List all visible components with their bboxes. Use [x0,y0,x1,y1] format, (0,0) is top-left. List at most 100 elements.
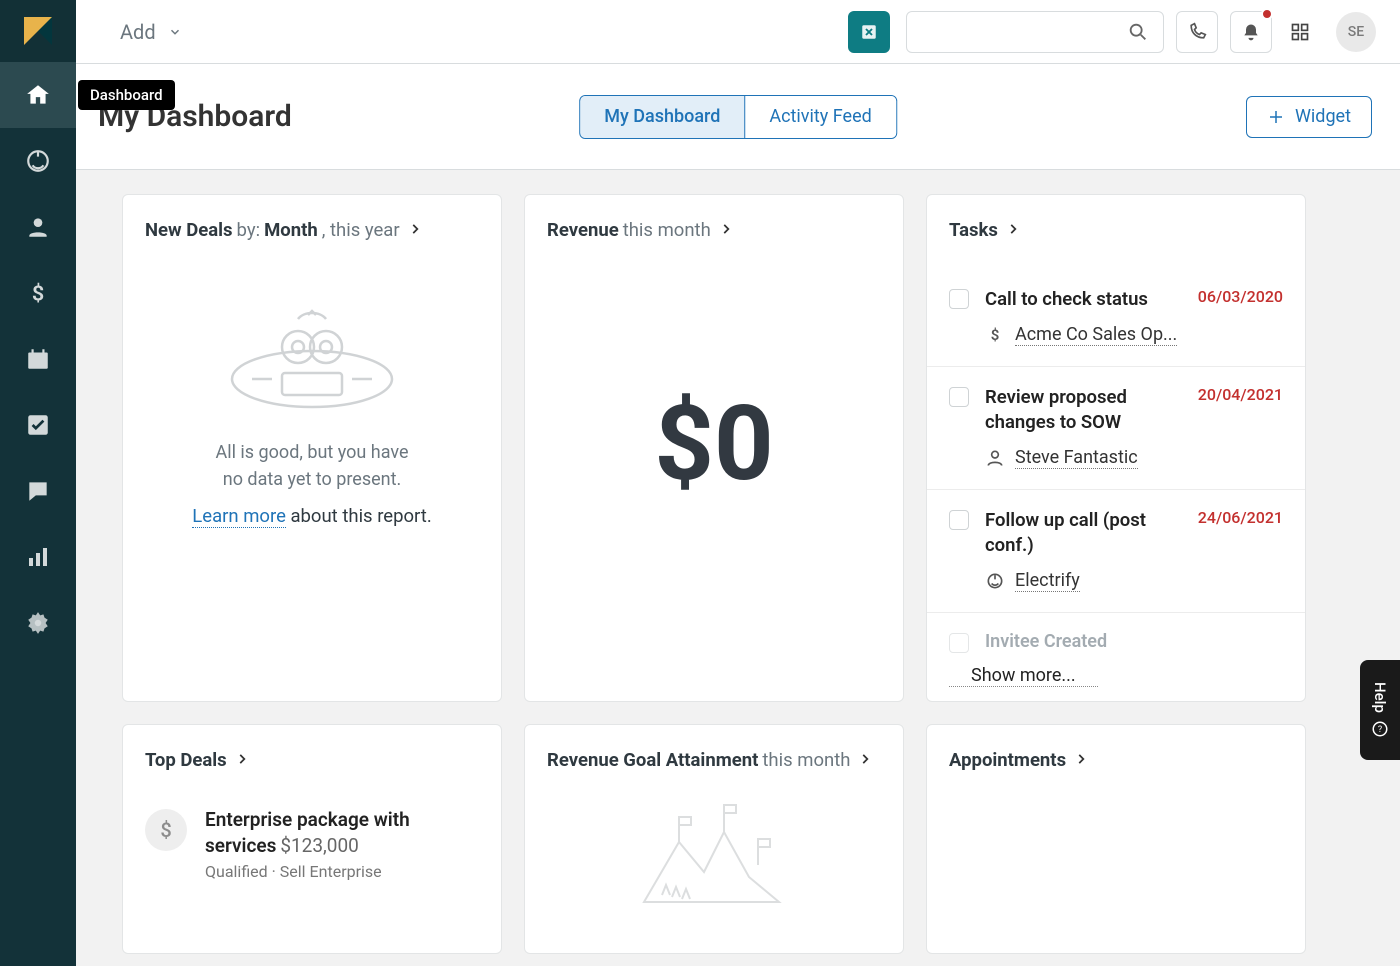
task-title: Follow up call (post conf.) [985,508,1186,558]
task-date: 24/06/2021 [1198,508,1283,527]
chevron-right-icon [1074,752,1090,768]
page-header: My Dashboard My Dashboard Activity Feed … [76,64,1400,170]
target-icon [25,148,51,174]
task-row[interactable]: Review proposed changes to SOW 20/04/202… [927,367,1305,490]
card-appointments: Appointments [926,724,1306,954]
task-row[interactable]: Invitee Created [927,613,1305,655]
dialer-button[interactable] [848,11,890,53]
add-button[interactable]: Add [120,20,182,44]
notifications-button[interactable] [1230,11,1272,53]
nav-tooltip: Dashboard [78,80,175,110]
task-checkbox[interactable] [949,387,969,407]
person-icon [25,214,51,240]
dashboard-tabs: My Dashboard Activity Feed [579,95,897,139]
task-row[interactable]: Call to check status 06/03/2020 $ Acme C… [927,265,1305,367]
svg-text:$: $ [991,326,1000,344]
task-checkbox[interactable] [949,633,969,653]
check-icon [25,412,51,438]
help-icon: ? [1371,720,1389,738]
nav-dashboard[interactable]: Dashboard [0,62,76,128]
nav-reports[interactable] [0,524,76,590]
deal-row[interactable]: $ Enterprise package with services $123,… [145,807,479,881]
close-dial-icon [860,23,878,41]
nav-comms[interactable] [0,458,76,524]
deal-sub: Qualified · Sell Enterprise [205,862,479,881]
chevron-right-icon [235,752,251,768]
nav-calendar[interactable] [0,326,76,392]
empty-text: All is good, but you have no data yet to… [145,439,479,493]
apps-icon [1290,22,1310,42]
add-widget-button[interactable]: Widget [1246,96,1372,138]
card-goal: Revenue Goal Attainment this month [524,724,904,954]
nav-deals[interactable]: $ [0,260,76,326]
card-goal-title[interactable]: Revenue Goal Attainment this month [547,749,881,771]
task-date: 06/03/2020 [1198,287,1283,306]
nav-contacts[interactable] [0,194,76,260]
task-link[interactable]: Acme Co Sales Op... [1015,324,1177,346]
chevron-down-icon [168,25,182,39]
bar-chart-icon [26,545,50,569]
dollar-icon: $ [25,280,51,306]
person-icon [985,448,1005,468]
show-more-link[interactable]: Show more... [949,655,1098,687]
empty-illustration [212,301,412,421]
svg-text:$: $ [32,282,44,306]
add-widget-label: Widget [1295,106,1351,127]
task-date: 20/04/2021 [1198,385,1283,404]
deal-amount: $123,000 [280,834,359,857]
plus-icon [1267,108,1285,126]
card-revenue: Revenue this month $0 [524,194,904,702]
task-link[interactable]: Electrify [1015,570,1080,592]
dollar-icon: $ [985,325,1005,345]
calendar-icon [25,346,51,372]
task-row[interactable]: Follow up call (post conf.) 24/06/2021 E… [927,490,1305,613]
phone-icon [1187,22,1207,42]
chevron-right-icon [858,752,874,768]
task-title: Invitee Created [985,631,1283,652]
card-tasks: Tasks Call to check status 06/03/2020 $ … [926,194,1306,702]
search-input[interactable] [906,11,1164,53]
task-list: Call to check status 06/03/2020 $ Acme C… [927,265,1305,655]
chevron-right-icon [719,222,735,238]
notification-badge [1261,8,1273,20]
card-top-deals-title[interactable]: Top Deals [145,749,479,771]
task-title: Call to check status [985,287,1186,312]
search-icon [1127,21,1149,43]
svg-text:?: ? [1378,725,1382,735]
add-button-label: Add [120,20,156,44]
learn-more-line: Learn more about this report. [145,505,479,527]
chat-icon [25,478,51,504]
task-checkbox[interactable] [949,510,969,530]
tab-my-dashboard[interactable]: My Dashboard [580,96,744,138]
brand-logo [0,0,76,62]
revenue-value: $0 [547,241,881,677]
bell-icon [1241,22,1261,42]
tab-activity-feed[interactable]: Activity Feed [744,96,895,138]
chevron-right-icon [408,222,424,238]
card-new-deals-title[interactable]: New Deals by: Month , this year [145,219,479,241]
task-link[interactable]: Steve Fantastic [1015,447,1138,469]
chevron-right-icon [1006,222,1022,238]
learn-more-link[interactable]: Learn more [192,505,286,528]
goal-illustration [624,797,804,911]
apps-button[interactable] [1284,11,1316,53]
gear-icon [25,610,51,636]
topbar: Add SE [76,0,1400,64]
nav-settings[interactable] [0,590,76,656]
card-top-deals: Top Deals $ Enterprise package with serv… [122,724,502,954]
user-avatar[interactable]: SE [1336,12,1376,52]
card-appointments-title[interactable]: Appointments [949,749,1283,771]
task-checkbox[interactable] [949,289,969,309]
call-button[interactable] [1176,11,1218,53]
nav-tasks[interactable] [0,392,76,458]
sidebar: Dashboard $ [0,0,76,966]
task-title: Review proposed changes to SOW [985,385,1186,435]
card-new-deals: New Deals by: Month , this year All is g… [122,194,502,702]
help-tab[interactable]: Help ? [1360,660,1400,760]
lead-icon [985,571,1005,591]
card-revenue-title[interactable]: Revenue this month [547,219,881,241]
help-label: Help [1371,682,1389,713]
card-tasks-title[interactable]: Tasks [927,219,1305,241]
home-icon [25,82,51,108]
nav-leads[interactable] [0,128,76,194]
